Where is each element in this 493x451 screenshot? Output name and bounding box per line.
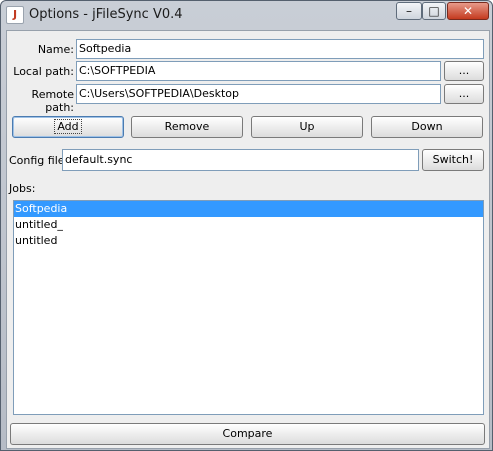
options-window: J Options - jFileSync V0.4 – □ ✕ Name: S… [0, 0, 493, 451]
local-path-label: Local path: [13, 65, 74, 78]
list-item[interactable]: Softpedia [14, 201, 483, 217]
down-button[interactable]: Down [371, 116, 483, 138]
config-file-field[interactable]: default.sync [62, 149, 419, 171]
switch-button[interactable]: Switch! [422, 149, 484, 171]
remote-path-field[interactable]: C:\Users\SOFTPEDIA\Desktop [76, 84, 441, 104]
config-file-label: Config file: [9, 154, 69, 167]
jobs-list[interactable]: Softpedia untitled_ untitled [13, 200, 484, 415]
local-browse-button[interactable]: ... [444, 61, 484, 81]
local-path-field[interactable]: C:\SOFTPEDIA [76, 61, 441, 81]
remove-button[interactable]: Remove [131, 116, 243, 138]
name-label: Name: [37, 43, 74, 56]
list-item[interactable]: untitled_ [14, 217, 483, 233]
title-bar[interactable]: J Options - jFileSync V0.4 – □ ✕ [1, 1, 492, 29]
close-button[interactable]: ✕ [447, 2, 489, 20]
maximize-button[interactable]: □ [422, 2, 446, 20]
compare-button[interactable]: Compare [10, 423, 485, 445]
up-button[interactable]: Up [251, 116, 363, 138]
java-app-icon: J [6, 6, 24, 24]
window-title: Options - jFileSync V0.4 [29, 7, 183, 22]
list-item[interactable]: untitled [14, 233, 483, 249]
name-field[interactable]: Softpedia [76, 39, 484, 59]
remote-browse-button[interactable]: ... [444, 84, 484, 104]
options-panel: Name: Softpedia Local path: C:\SOFTPEDIA… [6, 30, 490, 449]
minimize-button[interactable]: – [396, 2, 422, 20]
add-button[interactable]: Add [12, 116, 124, 138]
add-button-label: Add [54, 119, 82, 134]
remote-path-label: Remote path: [31, 88, 74, 114]
jobs-label: Jobs: [9, 182, 36, 195]
